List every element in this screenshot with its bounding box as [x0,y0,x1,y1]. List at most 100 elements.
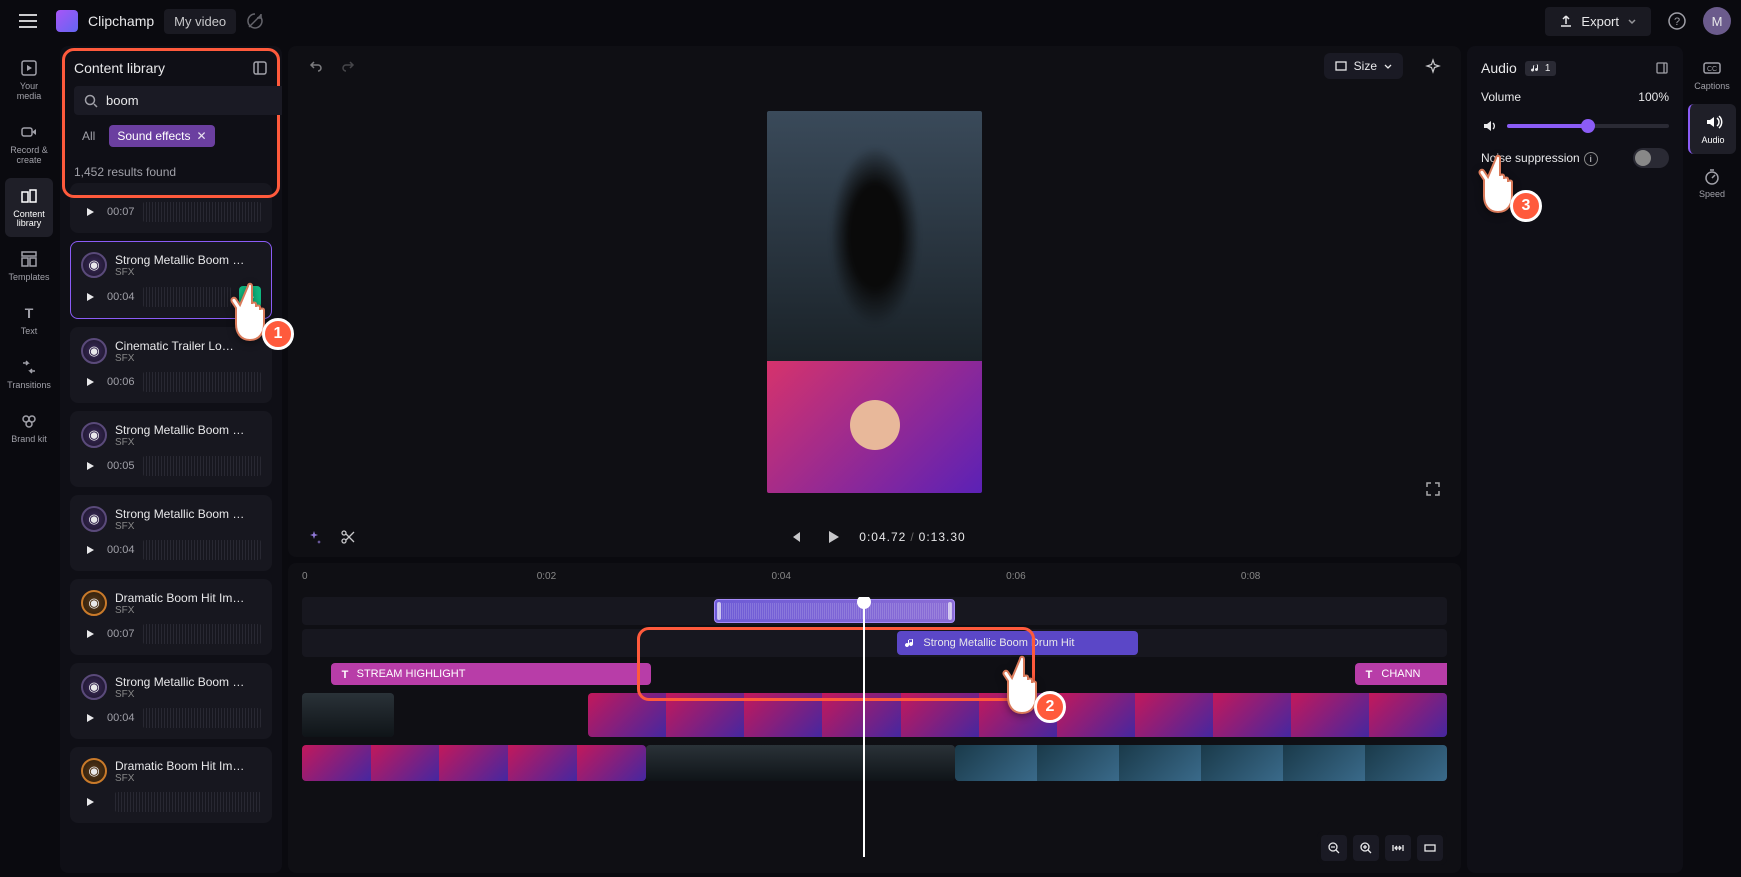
speaker-icon[interactable] [1481,118,1497,134]
menu-button[interactable] [10,3,46,39]
info-icon[interactable]: i [1584,152,1598,166]
slider-thumb[interactable] [1581,119,1595,133]
zoom-out-button[interactable] [1321,835,1347,861]
zoom-in-button[interactable] [1353,835,1379,861]
panel-expand-icon[interactable] [252,60,268,76]
nav-brand-kit[interactable]: Brand kit [5,403,53,453]
volume-slider[interactable] [1507,124,1669,128]
timeline-ruler[interactable]: 00:020:040:060:08 [302,567,1447,591]
nav-text[interactable]: TText [5,295,53,345]
sfx-play-button[interactable] [81,541,99,559]
clip-audio-selected[interactable] [714,599,954,623]
zoom-fit-button[interactable] [1385,835,1411,861]
chevron-down-icon [1383,61,1393,71]
redo-button[interactable] [334,52,362,80]
zoom-full-button[interactable] [1417,835,1443,861]
track-video-1[interactable] [302,691,1447,739]
ruler-tick: 0:04 [771,571,790,582]
aspect-icon [1334,59,1348,73]
sfx-add-button[interactable]: + [239,286,261,308]
clip-text-stream[interactable]: T STREAM HIGHLIGHT [331,663,652,685]
noise-suppression-toggle[interactable] [1633,148,1669,168]
panel-title: Content library [74,60,165,76]
sfx-result-item[interactable]: ◉ Strong Metallic Boom …SFX 00:04 [70,495,272,571]
sparkle-button[interactable] [1419,52,1447,80]
magic-cut-button[interactable] [302,525,326,549]
user-avatar[interactable]: M [1703,7,1731,35]
sfx-waveform [143,287,231,307]
clip-video-b1[interactable] [302,745,646,781]
sfx-thumb-icon: ◉ [81,590,107,616]
sfx-result-item[interactable]: ◉ Dramatic Boom Hit Im…SFX 00:07 [70,579,272,655]
sfx-play-button[interactable] [81,625,99,643]
sfx-duration: 00:04 [107,291,135,303]
music-note-icon [905,637,917,649]
svg-text:T: T [341,669,348,680]
nav-your-media[interactable]: Your media [5,50,53,110]
sfx-play-button[interactable] [81,373,99,391]
sfx-result-list[interactable]: 00:07 ◉ Strong Metallic Boom …SFX 00:04 … [60,183,282,873]
volume-value: 100% [1638,90,1669,104]
skip-back-button[interactable] [783,525,807,549]
sfx-duration: 00:04 [107,712,135,724]
clip-label: Strong Metallic Boom Drum Hit [923,637,1074,649]
clip-video-b2[interactable] [646,745,955,781]
music-note-icon [1531,63,1541,73]
clip-text-channel[interactable]: T CHANN [1355,663,1447,685]
clip-audio-sfx[interactable]: Strong Metallic Boom Drum Hit [897,631,1137,655]
chip-remove-icon[interactable]: ✕ [197,129,207,143]
clip-video-main[interactable] [588,693,1447,737]
preview-canvas[interactable] [767,111,982,493]
tab-speed[interactable]: Speed [1688,158,1736,208]
track-audio-2[interactable]: Strong Metallic Boom Drum Hit [302,629,1447,657]
timeline[interactable]: 00:020:040:060:08 Strong Metallic Boom D… [288,563,1461,873]
nav-record-create[interactable]: Record & create [5,114,53,174]
sfx-play-button[interactable] [81,709,99,727]
sfx-result-item[interactable]: ◉ Cinematic Trailer Lo…SFX 00:06 [70,327,272,403]
sfx-thumb-icon: ◉ [81,758,107,784]
chip-sound-effects[interactable]: Sound effects ✕ [109,125,214,147]
export-button[interactable]: Export [1545,7,1651,36]
detach-panel-icon[interactable] [1655,61,1669,75]
undo-button[interactable] [302,52,330,80]
sfx-result-item[interactable]: 00:07 [70,183,272,233]
help-button[interactable]: ? [1661,5,1693,37]
sfx-play-button[interactable] [81,203,99,221]
clip-video-b3[interactable] [955,745,1447,781]
track-video-2[interactable] [302,743,1447,783]
noise-label: Noise suppression [1481,151,1580,165]
sfx-title: Strong Metallic Boom … [115,675,261,689]
search-input[interactable] [106,93,282,108]
primary-nav: Your media Record & create Content libra… [0,42,58,877]
sfx-title: Dramatic Boom Hit Im… [115,759,261,773]
sfx-play-button[interactable] [81,457,99,475]
sfx-title: Dramatic Boom Hit Im… [115,591,261,605]
sfx-result-item[interactable]: ◉ Dramatic Boom Hit Im…SFX [70,747,272,823]
nav-content-library[interactable]: Content library [5,178,53,238]
sfx-result-item[interactable]: ◉ Strong Metallic Boom …SFX 00:05 [70,411,272,487]
nav-templates[interactable]: Templates [5,241,53,291]
clip-count-badge: 1 [1525,61,1557,76]
sfx-thumb-icon: ◉ [81,506,107,532]
track-audio-edit[interactable] [302,597,1447,625]
tab-captions[interactable]: CCCaptions [1688,50,1736,100]
canvas-size-button[interactable]: Size [1324,53,1403,79]
upload-icon [1559,14,1573,28]
tab-audio[interactable]: Audio [1688,104,1736,154]
search-input-wrapper[interactable] [74,86,282,115]
fullscreen-button[interactable] [1419,475,1447,503]
sfx-result-item[interactable]: ◉ Strong Metallic Boom …SFX 00:04 [70,663,272,739]
sfx-result-item[interactable]: ◉ Strong Metallic Boom …SFX 00:04 + [70,241,272,319]
track-text[interactable]: T STREAM HIGHLIGHT T CHANN [302,661,1447,687]
sfx-play-button[interactable] [81,288,99,306]
chip-all[interactable]: All [74,125,103,147]
ruler-tick: 0:06 [1006,571,1025,582]
split-button[interactable] [336,525,360,549]
clip-video-intro[interactable] [302,693,394,737]
ruler-tick: 0 [302,571,308,582]
document-title[interactable]: My video [164,9,236,34]
nav-transitions[interactable]: Transitions [5,349,53,399]
sfx-play-button[interactable] [81,793,99,811]
playhead[interactable] [863,597,865,857]
play-button[interactable] [821,525,845,549]
